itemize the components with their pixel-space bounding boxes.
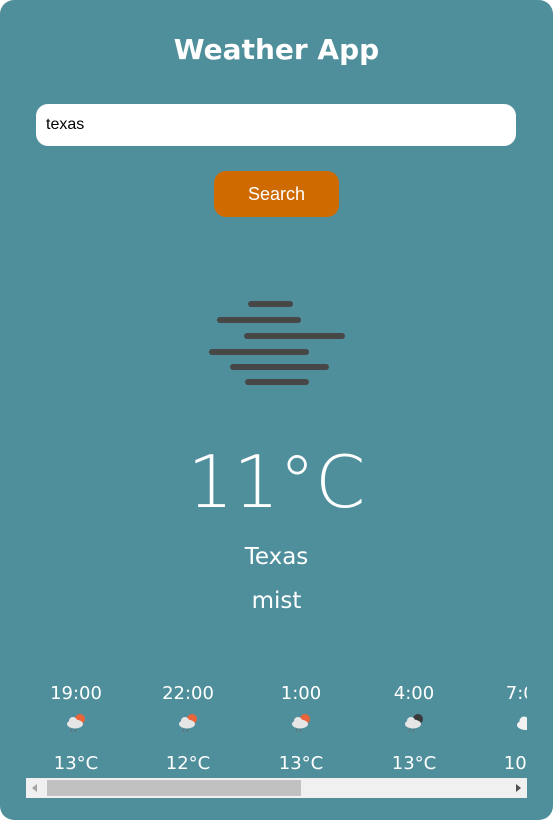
forecast-time: 19:00 (50, 683, 102, 704)
forecast-temp: 13°C (278, 753, 324, 774)
hourly-forecast[interactable]: 19:00 13°C 22:00 12°C 1:00 13°C 4:00 13°… (26, 680, 527, 778)
rain-sun-icon (292, 714, 310, 733)
city-name: Texas (244, 544, 309, 570)
forecast-item: 4:00 13°C (364, 680, 464, 776)
forecast-item: 1:00 13°C (251, 680, 351, 776)
scrollbar-thumb[interactable] (47, 780, 301, 796)
forecast-item: 7:00 10°C (476, 680, 527, 776)
scroll-right-arrow-icon[interactable] (516, 784, 521, 792)
forecast-item: 19:00 13°C (26, 680, 126, 776)
search-button[interactable]: Search (214, 171, 339, 217)
forecast-temp: 10°C (503, 753, 527, 774)
scroll-left-arrow-icon[interactable] (32, 784, 37, 792)
rain-moon-icon (405, 714, 423, 733)
search-input[interactable] (36, 104, 516, 146)
weather-card: Weather App Search 11°C Texas mist 19:00… (0, 0, 553, 820)
app-title: Weather App (173, 33, 380, 66)
forecast-temp: 13°C (53, 753, 99, 774)
rain-sun-icon (179, 714, 197, 733)
weather-description: mist (251, 588, 302, 614)
mist-icon (209, 301, 345, 385)
temperature: 11°C (187, 440, 366, 524)
forecast-time: 1:00 (280, 683, 322, 704)
forecast-time: 4:00 (393, 683, 435, 704)
forecast-item: 22:00 12°C (138, 680, 238, 776)
forecast-temp: 13°C (391, 753, 437, 774)
forecast-temp: 12°C (165, 753, 211, 774)
rain-sun-icon (67, 714, 85, 733)
cloud-icon (517, 716, 527, 730)
forecast-time: 22:00 (162, 683, 214, 704)
forecast-time: 7:00 (505, 683, 527, 704)
horizontal-scrollbar[interactable] (26, 778, 527, 798)
